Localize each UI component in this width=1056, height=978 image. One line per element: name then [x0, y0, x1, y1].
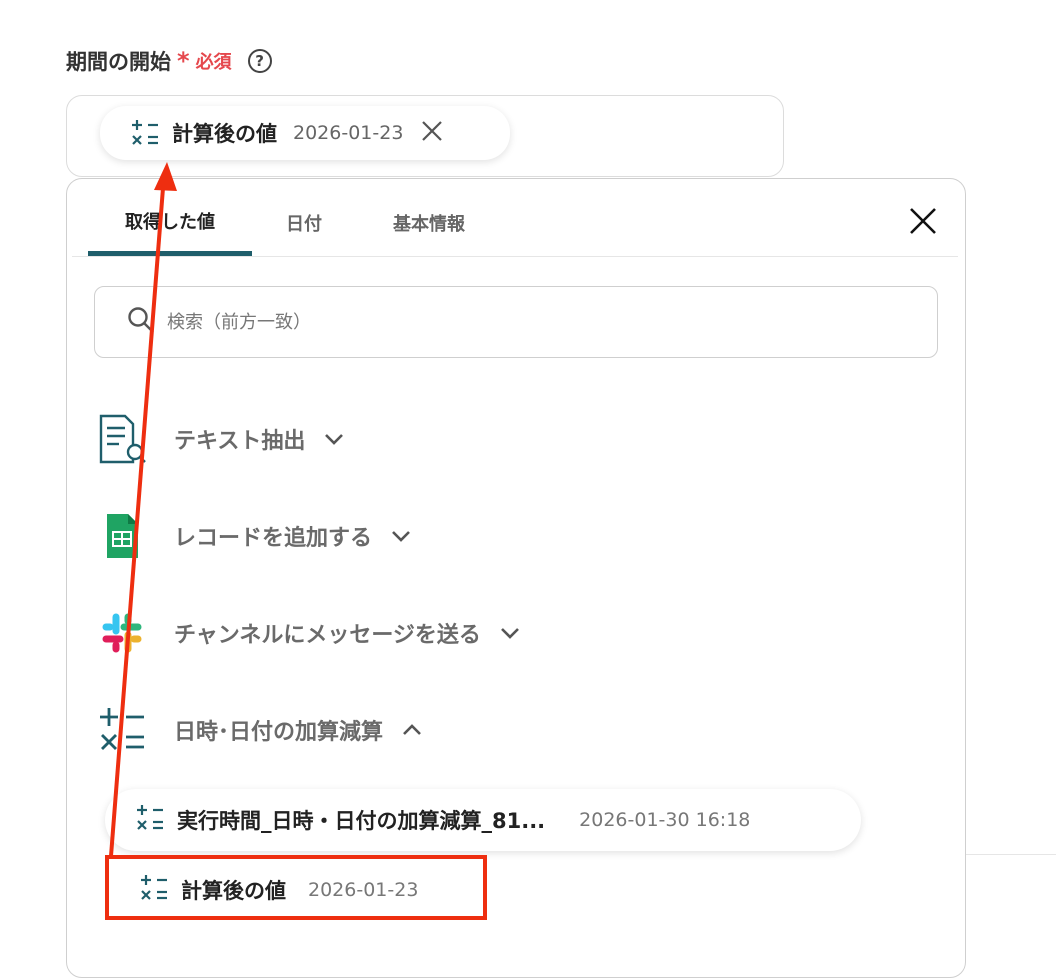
group-send-channel-message[interactable]: チャンネルにメッセージを送る — [96, 603, 521, 663]
group-label: テキスト抽出 — [174, 429, 306, 454]
chevron-down-icon — [499, 622, 521, 644]
search-input[interactable] — [165, 310, 769, 334]
selected-value-chip[interactable]: 計算後の値 2026-01-23 — [100, 106, 510, 160]
search-box[interactable] — [94, 286, 938, 358]
calc-icon — [135, 803, 165, 837]
field-label-text: 期間の開始 — [66, 50, 171, 74]
item-value: 2026-01-30 16:18 — [579, 809, 751, 831]
group-label: チャンネルにメッセージを送る — [174, 623, 481, 648]
slack-icon — [96, 607, 148, 659]
close-icon[interactable] — [906, 204, 940, 238]
calc-icon — [130, 118, 160, 148]
search-icon — [127, 306, 155, 338]
document-search-icon — [96, 413, 148, 465]
tab-date[interactable]: 日付 — [252, 190, 356, 256]
required-text: 必須 — [195, 52, 232, 73]
tab-divider — [72, 256, 958, 257]
required-star: * — [177, 47, 190, 75]
group-text-extraction[interactable]: テキスト抽出 — [96, 409, 345, 469]
group-label: 日時･日付の加算減算 — [174, 720, 384, 745]
background-divider — [966, 854, 1056, 855]
field-label: 期間の開始 * 必須 ? — [66, 44, 272, 78]
tab-acquired-values[interactable]: 取得した値 — [88, 190, 252, 256]
group-date-add-subtract[interactable]: 日時･日付の加算減算 — [96, 700, 423, 760]
calc-icon — [96, 704, 148, 756]
annotation-highlight-box — [105, 855, 487, 920]
google-sheets-icon — [96, 510, 148, 562]
chevron-down-icon — [323, 428, 345, 450]
group-label: レコードを追加する — [174, 526, 373, 551]
chip-value: 2026-01-23 — [293, 122, 404, 144]
picker-tabs: 取得した値 日付 基本情報 — [88, 190, 502, 256]
tab-basic-info[interactable]: 基本情報 — [356, 190, 502, 256]
item-name: 実行時間_日時・日付の加算減算_81... — [177, 809, 546, 833]
question-circle-icon[interactable]: ? — [247, 49, 272, 73]
value-item-execution-time[interactable]: 実行時間_日時・日付の加算減算_81... 2026-01-30 16:18 — [105, 789, 861, 851]
chip-name: 計算後の値 — [172, 122, 277, 146]
chevron-down-icon — [390, 525, 412, 547]
chevron-up-icon — [401, 719, 423, 741]
group-add-record[interactable]: レコードを追加する — [96, 506, 412, 566]
close-icon[interactable] — [421, 119, 443, 147]
